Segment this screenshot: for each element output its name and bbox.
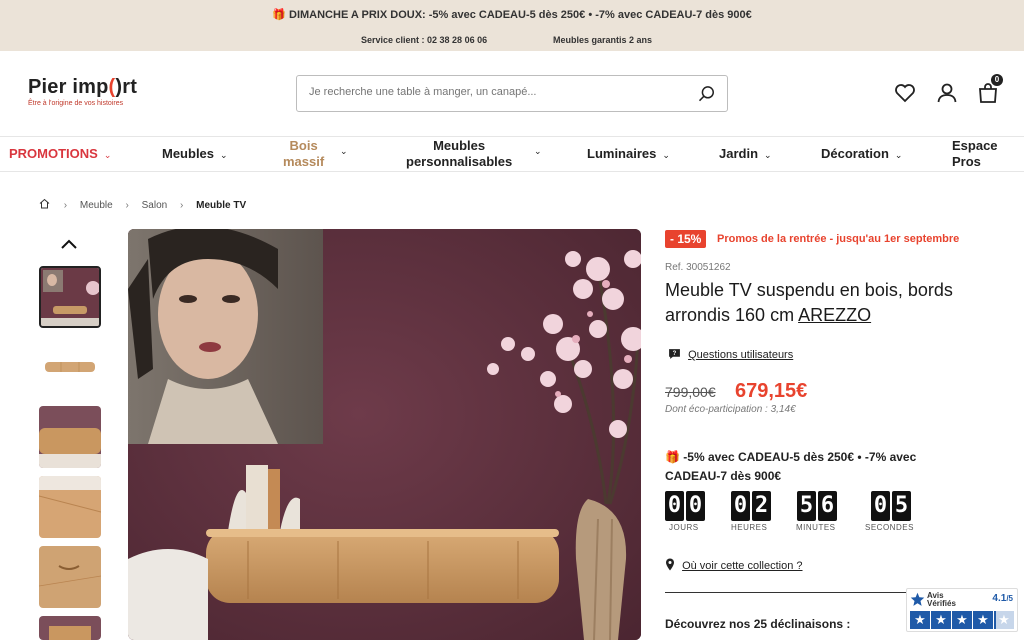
thumbnail-2[interactable]: [39, 336, 101, 398]
eco-participation: Dont éco-participation : 3,14€: [665, 404, 796, 415]
star-icon: ★: [952, 611, 972, 629]
nav-item-meubles[interactable]: Meubles ⌄: [162, 146, 228, 161]
product-reference: Ref. 30051262: [665, 262, 731, 273]
breadcrumb-item[interactable]: Salon: [142, 200, 168, 211]
logo-tagline: Être à l'origine de vos histoires: [28, 100, 124, 107]
nav-item-promotions[interactable]: PROMOTIONS ⌄: [9, 146, 111, 161]
breadcrumb-separator: ›: [63, 200, 68, 211]
thumbnail-image: [39, 336, 101, 398]
product-photo: [128, 229, 641, 640]
countdown-digit: 0: [665, 491, 684, 521]
star-partial-icon: ★: [994, 611, 1014, 629]
nav-item-espace-pros[interactable]: Espace Pros: [952, 138, 998, 170]
thumbnail-4[interactable]: [39, 476, 101, 538]
verified-reviews-widget[interactable]: Avis Vérifiés 4.1/5 ★ ★ ★ ★ ★: [906, 588, 1018, 632]
reviews-score: 4.1/5: [992, 593, 1013, 604]
thumbnail-image: [39, 406, 101, 468]
discount-badge: - 15%: [665, 230, 707, 248]
current-price: 679,15€: [735, 380, 808, 402]
countdown-label-days: JOURS: [669, 523, 699, 532]
question-bubble-icon: ?: [669, 349, 680, 359]
thumbnail-image: [39, 616, 101, 640]
countdown-label-minutes: MINUTES: [796, 523, 836, 532]
countdown-label-hours: HEURES: [731, 523, 768, 532]
thumbnails-up-chevron-icon[interactable]: [60, 238, 78, 250]
countdown-label-seconds: SECONDES: [865, 523, 914, 532]
countdown-hours: 02: [731, 491, 773, 521]
breadcrumb-current: Meuble TV: [196, 200, 247, 211]
gift-code-promo: 🎁 -5% avec CADEAU-5 dès 250€ • -7% avec …: [665, 450, 917, 483]
reviews-stars: ★ ★ ★ ★ ★: [910, 611, 1014, 629]
breadcrumb-separator: ›: [179, 200, 184, 211]
map-pin-icon: [666, 558, 674, 571]
thumbnail-image: [39, 546, 101, 608]
search-input[interactable]: [309, 86, 679, 98]
thumbnail-image: [39, 476, 101, 538]
nav-item-luminaires[interactable]: Luminaires ⌄: [587, 146, 670, 161]
countdown-seconds: 05: [871, 491, 913, 521]
variants-heading: Découvrez nos 25 déclinaisons :: [665, 617, 851, 631]
product-main-image[interactable]: [128, 229, 641, 640]
top-promo-bar: 🎁 DIMANCHE A PRIX DOUX: -5% avec CADEAU-…: [0, 0, 1024, 51]
thumbnail-5[interactable]: [39, 546, 101, 608]
promo-period-text: Promos de la rentrée - jusqu'au 1er sept…: [717, 233, 960, 245]
nav-item-meubles-personnalisables[interactable]: Meubles personnalisables: [406, 138, 512, 170]
nav-item-decoration[interactable]: Décoration ⌄: [821, 146, 902, 161]
nav-item-jardin[interactable]: Jardin ⌄: [719, 146, 772, 161]
thumbnail-6[interactable]: [39, 616, 101, 640]
star-icon: ★: [910, 611, 930, 629]
chevron-down-icon: ⌄: [220, 150, 228, 160]
countdown-digit: 0: [731, 491, 750, 521]
countdown-days: 00: [665, 491, 707, 521]
wishlist-heart-icon[interactable]: [893, 81, 917, 105]
reviews-brand-name: Avis Vérifiés: [927, 591, 956, 608]
store-location-link[interactable]: Où voir cette collection ?: [665, 558, 803, 572]
user-questions-link[interactable]: ? Questions utilisateurs: [668, 348, 793, 361]
chevron-down-icon: ⌄: [340, 146, 348, 156]
thumbnail-image: [41, 268, 99, 326]
product-brand-link[interactable]: AREZZO: [798, 305, 871, 325]
countdown-digit: 0: [686, 491, 705, 521]
breadcrumb-item[interactable]: Meuble: [80, 200, 113, 211]
breadcrumb-separator: ›: [125, 200, 129, 211]
search-icon[interactable]: [697, 84, 717, 104]
svg-text:?: ?: [673, 351, 677, 357]
guarantee-link[interactable]: Meubles garantis 2 ans: [553, 35, 652, 45]
reviews-logo-icon: [910, 592, 925, 606]
chevron-down-icon: ⌄: [534, 146, 542, 156]
chevron-down-icon: ⌄: [103, 150, 112, 160]
breadcrumb: › Meuble › Salon › Meuble TV: [38, 198, 256, 211]
site-logo[interactable]: Pier imp()rt Être à l'origine de vos his…: [28, 76, 137, 107]
countdown-digit: 0: [871, 491, 890, 521]
home-icon[interactable]: [38, 198, 51, 210]
nav-item-bois-massif[interactable]: Bois massif: [283, 138, 324, 170]
chevron-down-icon: ⌄: [662, 150, 670, 160]
search-bar[interactable]: [296, 75, 728, 112]
star-icon: ★: [973, 611, 993, 629]
old-price: 799,00€: [665, 384, 716, 400]
promo-banner-text[interactable]: 🎁 DIMANCHE A PRIX DOUX: -5% avec CADEAU-…: [0, 8, 1024, 21]
product-title: Meuble TV suspendu en bois, bords arrond…: [665, 280, 953, 325]
countdown-minutes: 56: [797, 491, 839, 521]
countdown-digit: 5: [797, 491, 816, 521]
thumbnail-1[interactable]: [39, 266, 101, 328]
chevron-down-icon: ⌄: [764, 150, 772, 160]
main-navigation: PROMOTIONS ⌄ Meubles ⌄ Bois massif ⌄ Meuble…: [0, 137, 1024, 172]
site-header: Pier imp()rt Être à l'origine de vos his…: [0, 51, 1024, 137]
cart-count-badge: 0: [991, 74, 1003, 86]
countdown-digit: 6: [818, 491, 837, 521]
countdown-digit: 2: [752, 491, 771, 521]
chevron-down-icon: ⌄: [894, 150, 903, 160]
countdown-digit: 5: [892, 491, 911, 521]
thumbnail-3[interactable]: [39, 406, 101, 468]
star-icon: ★: [931, 611, 951, 629]
account-user-icon[interactable]: [935, 81, 959, 105]
customer-service-link[interactable]: Service client : 02 38 28 06 06: [361, 35, 487, 45]
